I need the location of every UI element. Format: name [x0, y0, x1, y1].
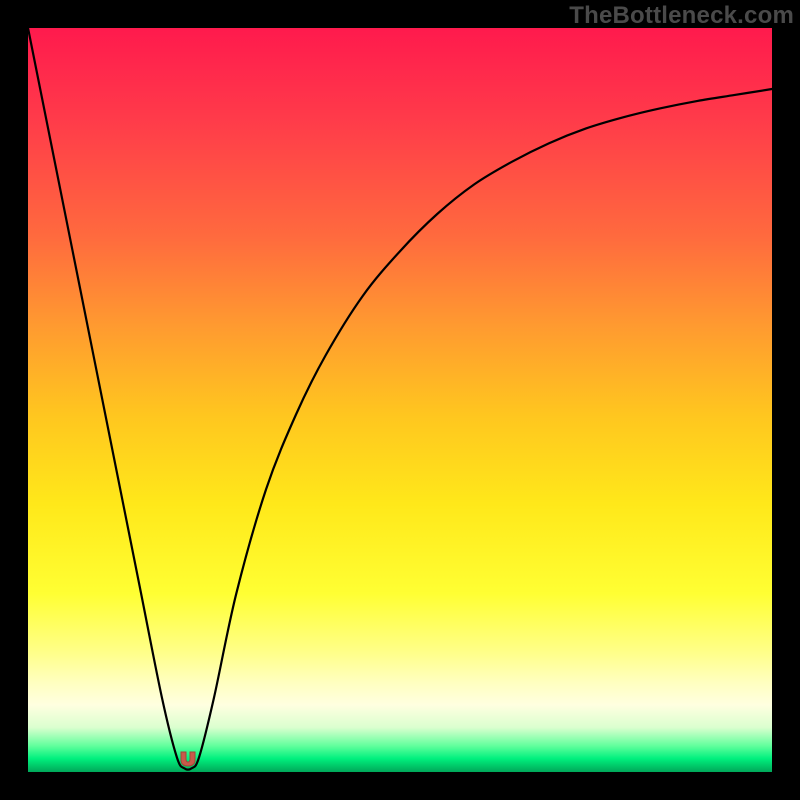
watermark-text: TheBottleneck.com	[569, 2, 794, 30]
bottleneck-curve	[28, 28, 772, 772]
optimal-marker	[178, 750, 198, 768]
chart-frame: TheBottleneck.com	[0, 0, 800, 800]
plot-area	[28, 28, 772, 772]
